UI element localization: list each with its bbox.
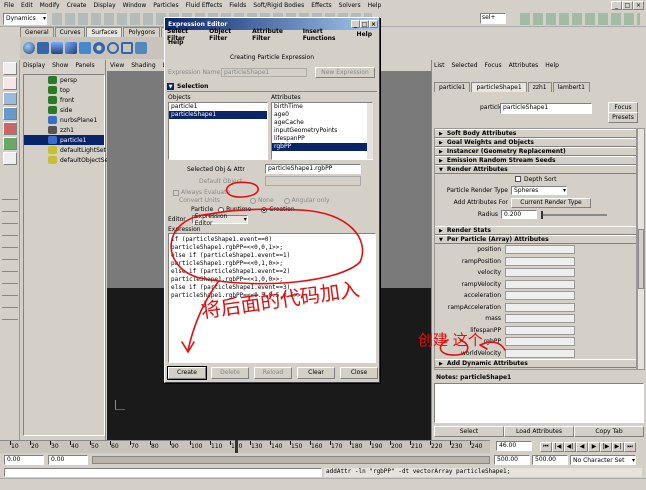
step-back-icon[interactable]: ◀| [564,441,576,452]
timeline-tick-label: 50 [91,443,99,450]
step-back-key-icon[interactable]: |◀ [552,441,564,452]
timeline-tick-label: 240 [471,443,483,450]
go-to-end-icon[interactable]: ⏭ [624,441,636,452]
annotation-right-arrow [479,341,506,351]
mel-input[interactable] [4,468,322,477]
help-line [0,478,646,490]
timeline-tick-label: 110 [211,443,223,450]
timeline-tick-label: 60 [111,443,119,450]
play-forward-icon[interactable]: ▶ [588,441,600,452]
timeline-tick-label: 80 [151,443,159,450]
timeline-tick-label: 230 [451,443,463,450]
current-time-marker [235,440,238,453]
timeline-tick-label: 70 [131,443,139,450]
timeline-tick-label: 100 [191,443,203,450]
maya-window: File Edit Modify Create Display Window Particl… [0,0,646,490]
go-to-start-icon[interactable]: ⏮ [540,441,552,452]
command-result: addAttr -ln "rgbPP" -dt vectorArray part… [324,468,642,477]
playback-controls: ⏮ |◀ ◀| ◀ ▶ |▶ ▶| ⏭ [540,441,636,452]
step-forward-key-icon[interactable]: ▶| [612,441,624,452]
annotation-chinese-right: 创建 这个 [418,331,483,349]
timeline-tick-label: 190 [371,443,383,450]
annotation-runtime-circle [225,181,259,198]
range-end-field[interactable]: 500.00 [532,455,568,465]
timeline-tick-label: 200 [391,443,403,450]
play-back-icon[interactable]: ◀ [576,441,588,452]
timeline-tick-label: 130 [251,443,263,450]
range-end-inner-field[interactable]: 500.00 [494,455,530,465]
time-slider[interactable]: 1020304050607080901001101201301401501601… [0,440,490,453]
timeline-tick-label: 40 [71,443,79,450]
range-start-field[interactable]: 0.00 [4,455,44,465]
command-line[interactable]: addAttr -ln "rgbPP" -dt vectorArray part… [0,467,646,478]
timeline-tick-label: 210 [411,443,423,450]
range-bar[interactable] [92,456,490,464]
timeline-tick-label: 220 [431,443,443,450]
timeline-tick-label: 30 [51,443,59,450]
timeline-tick-label: 160 [311,443,323,450]
chevron-down-icon: ▾ [631,456,635,464]
timeline-tick-label: 90 [171,443,179,450]
current-frame-field[interactable]: 46.00 [496,441,532,451]
timeline-tick-label: 170 [331,443,343,450]
step-forward-icon[interactable]: |▶ [600,441,612,452]
range-start-inner-field[interactable]: 0.00 [48,455,88,465]
timeline-tick-label: 140 [271,443,283,450]
timeline-tick-label: 10 [11,443,19,450]
annotation-expression-circle [170,208,364,285]
character-set-dropdown[interactable]: No Character Set ▾ [570,455,636,465]
annotation-layer: 将后面的代码加入 创建 这个 [170,181,506,356]
timeline-tick-label: 180 [351,443,363,450]
timeline-tick-label: 20 [31,443,39,450]
timeline-tick-label: 150 [291,443,303,450]
range-slider-row: 0.00 0.00 500.00 500.00 No Character Set… [0,454,646,466]
